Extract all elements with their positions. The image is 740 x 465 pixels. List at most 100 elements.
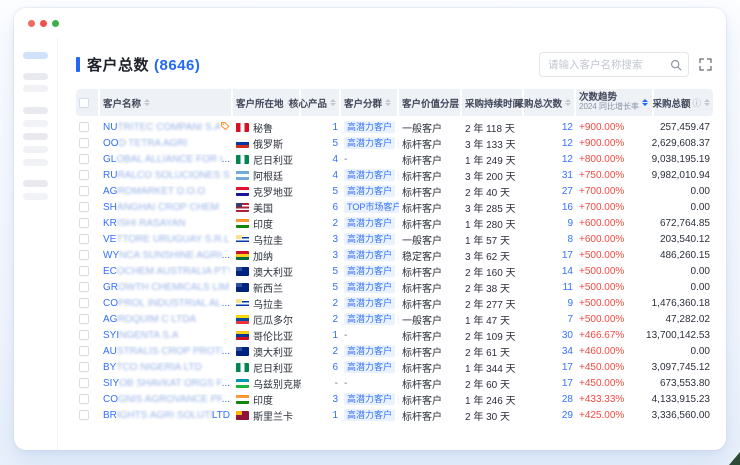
customer-name-link[interactable]: BYTCO NIGERIA LTD bbox=[103, 362, 230, 373]
purchase-count-link[interactable]: 34 bbox=[562, 346, 573, 357]
customer-name-link[interactable]: GROWTH CHEMICALS LIMITED bbox=[103, 282, 230, 293]
purchase-count-link[interactable]: 12 bbox=[562, 122, 573, 133]
purchase-count-link[interactable]: 17 bbox=[562, 250, 573, 261]
purchase-count-link[interactable]: 7 bbox=[567, 314, 573, 325]
row-checkbox[interactable] bbox=[79, 330, 89, 340]
customer-name-link[interactable]: BRIGHTS AGRI SOLUTIONS PVT LTD bbox=[103, 410, 230, 421]
core-products-count-link[interactable]: 6 bbox=[332, 362, 338, 373]
purchase-count-link[interactable]: 12 bbox=[562, 138, 573, 149]
purchase-count-link[interactable]: 28 bbox=[562, 394, 573, 405]
core-products-count-link[interactable]: 1 bbox=[332, 330, 338, 341]
customer-name-link[interactable]: WYNCA SUNSHINE AGRIC PRO (U... bbox=[103, 250, 230, 261]
customer-name-link[interactable]: AGROMARKET D.O.O bbox=[103, 186, 230, 197]
core-products-count-link[interactable]: 4 bbox=[332, 170, 338, 181]
column-header-segment[interactable]: 客户分群 bbox=[341, 89, 399, 116]
column-header-amount[interactable]: 采购总额ⓘ bbox=[654, 89, 713, 116]
purchase-count-link[interactable]: 8 bbox=[567, 234, 573, 245]
sidebar-item-5[interactable] bbox=[23, 120, 48, 127]
row-checkbox[interactable] bbox=[79, 298, 89, 308]
customer-name-link[interactable]: SYINGENTA S.A bbox=[103, 330, 230, 341]
core-products-count-link[interactable]: 3 bbox=[332, 394, 338, 405]
row-checkbox[interactable] bbox=[79, 394, 89, 404]
sidebar-item-3[interactable] bbox=[23, 85, 48, 92]
column-header-count[interactable]: 采购总次数 bbox=[524, 89, 576, 116]
purchase-count-link[interactable]: 14 bbox=[562, 266, 573, 277]
row-checkbox[interactable] bbox=[79, 170, 89, 180]
purchase-count-link[interactable]: 17 bbox=[562, 378, 573, 389]
sort-icon[interactable] bbox=[385, 99, 391, 106]
row-checkbox[interactable] bbox=[79, 282, 89, 292]
core-products-count-link[interactable]: 4 bbox=[332, 154, 338, 165]
purchase-count-link[interactable]: 16 bbox=[562, 202, 573, 213]
core-products-count-link[interactable]: 2 bbox=[332, 298, 338, 309]
purchase-count-link[interactable]: 12 bbox=[562, 154, 573, 165]
close-button[interactable] bbox=[28, 20, 35, 27]
purchase-count-link[interactable]: 11 bbox=[563, 282, 573, 293]
row-checkbox[interactable] bbox=[79, 378, 89, 388]
sidebar-item-7[interactable] bbox=[23, 146, 48, 153]
row-checkbox[interactable] bbox=[79, 346, 89, 356]
sort-icon[interactable] bbox=[704, 99, 710, 106]
purchase-count-link[interactable]: 30 bbox=[562, 330, 573, 341]
core-products-count-link[interactable]: 5 bbox=[332, 138, 338, 149]
price-tag-icon[interactable] bbox=[220, 121, 230, 134]
core-products-count-link[interactable]: 5 bbox=[332, 282, 338, 293]
sort-icon[interactable] bbox=[330, 99, 336, 106]
core-products-count-link[interactable]: 3 bbox=[332, 250, 338, 261]
row-checkbox[interactable] bbox=[79, 410, 89, 420]
select-all-checkbox[interactable] bbox=[79, 98, 89, 108]
sort-icon[interactable] bbox=[642, 99, 648, 106]
sidebar-item-1[interactable] bbox=[23, 52, 48, 59]
core-products-count-link[interactable]: 2 bbox=[332, 346, 338, 357]
purchase-count-link[interactable]: 9 bbox=[567, 298, 573, 309]
sidebar-item-2[interactable] bbox=[23, 73, 48, 80]
customer-name-link[interactable]: AGROQUIM C LTDA bbox=[103, 314, 230, 325]
row-checkbox[interactable] bbox=[79, 138, 89, 148]
column-header-trend[interactable]: 次数趋势2024 同比增长率 bbox=[576, 89, 654, 116]
customer-name-link[interactable]: ECOCHEM AUSTRALIA PTY LIMITED bbox=[103, 266, 230, 277]
customer-name-link[interactable]: GLOBAL ALLIANCE FOR CHEMICA... bbox=[103, 154, 230, 165]
sort-icon[interactable] bbox=[144, 99, 150, 106]
row-checkbox[interactable] bbox=[79, 186, 89, 196]
purchase-count-link[interactable]: 27 bbox=[562, 186, 573, 197]
purchase-count-link[interactable]: 9 bbox=[567, 218, 573, 229]
purchase-count-link[interactable]: 17 bbox=[562, 362, 573, 373]
sort-icon[interactable] bbox=[565, 99, 571, 106]
row-checkbox[interactable] bbox=[79, 314, 89, 324]
customer-name-link[interactable]: COPROL INDUSTRIAL ALIANZ R... bbox=[103, 298, 230, 309]
row-checkbox[interactable] bbox=[79, 218, 89, 228]
customer-name-link[interactable]: VETTORE URUGUAY S.R.L bbox=[103, 234, 230, 245]
customer-name-link[interactable]: NUTRITEC COMPANI S.A.C bbox=[103, 121, 230, 134]
column-header-select[interactable] bbox=[76, 89, 100, 116]
customer-name-link[interactable]: AUSTRALIS CROP PROTECTION P... bbox=[103, 346, 230, 357]
purchase-count-link[interactable]: 31 bbox=[562, 170, 573, 181]
core-products-count-link[interactable]: 5 bbox=[332, 266, 338, 277]
row-checkbox[interactable] bbox=[79, 202, 89, 212]
customer-name-link[interactable]: SHANGHAI CROP CHEM bbox=[103, 202, 230, 213]
core-products-count-link[interactable]: 2 bbox=[332, 218, 338, 229]
sidebar-item-9[interactable] bbox=[23, 180, 48, 187]
core-products-count-link[interactable]: 2 bbox=[332, 314, 338, 325]
search-box[interactable] bbox=[539, 52, 689, 77]
core-products-count-link[interactable]: 1 bbox=[332, 122, 338, 133]
row-checkbox[interactable] bbox=[79, 154, 89, 164]
sidebar-item-4[interactable] bbox=[23, 107, 48, 114]
column-header-products[interactable]: 核心产品 bbox=[301, 89, 341, 116]
minimize-button[interactable] bbox=[40, 20, 47, 27]
customer-name-link[interactable]: RURALCO SOLUCIONES S.R. bbox=[103, 170, 230, 181]
row-checkbox[interactable] bbox=[79, 122, 89, 132]
search-icon[interactable] bbox=[670, 59, 682, 71]
customer-name-link[interactable]: OOD TETRA AGRI bbox=[103, 138, 230, 149]
purchase-count-link[interactable]: 29 bbox=[562, 410, 573, 421]
fullscreen-expand-icon[interactable] bbox=[699, 58, 712, 71]
core-products-count-link[interactable]: 5 bbox=[332, 186, 338, 197]
customer-name-link[interactable]: COGNIS AGROVANCE PRIVATE L... bbox=[103, 394, 230, 405]
row-checkbox[interactable] bbox=[79, 234, 89, 244]
column-header-name[interactable]: 客户名称 bbox=[100, 89, 233, 116]
core-products-count-link[interactable]: 3 bbox=[332, 234, 338, 245]
row-checkbox[interactable] bbox=[79, 266, 89, 276]
sidebar-item-10[interactable] bbox=[23, 193, 48, 200]
row-checkbox[interactable] bbox=[79, 362, 89, 372]
search-input[interactable] bbox=[548, 59, 670, 71]
info-icon[interactable]: ⓘ bbox=[692, 97, 701, 109]
